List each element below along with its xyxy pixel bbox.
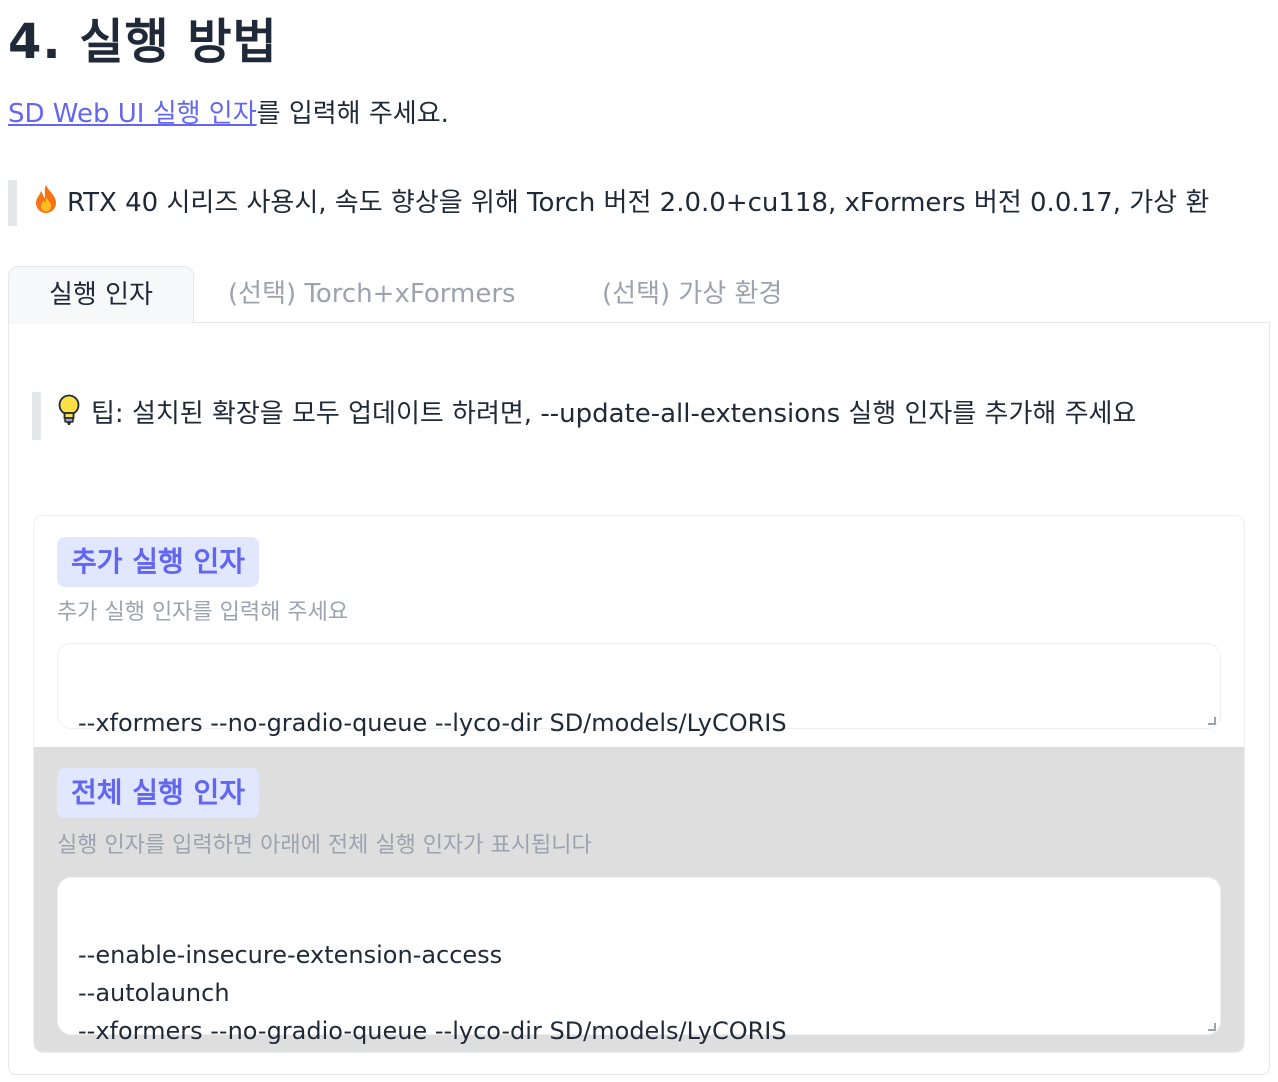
tab-run-args[interactable]: 실행 인자 [8, 266, 194, 324]
extra-args-label: 추가 실행 인자 [57, 537, 260, 587]
extra-args-hint: 추가 실행 인자를 입력해 주세요 [57, 600, 349, 625]
lightbulb-icon [57, 394, 83, 440]
notice-text: RTX 40 시리즈 사용시, 속도 향상을 위해 Torch 버전 2.0.0… [67, 188, 1210, 218]
resize-handle-icon[interactable] [1208, 1023, 1216, 1031]
tip-text: 팁: 설치된 확장을 모두 업데이트 하려면, --update-all-ext… [91, 399, 1137, 429]
extra-args-section: 추가 실행 인자 추가 실행 인자를 입력해 주세요 --xformers --… [34, 516, 1244, 747]
fire-icon [33, 183, 59, 226]
rtx40-notice: RTX 40 시리즈 사용시, 속도 향상을 위해 Torch 버전 2.0.0… [8, 180, 1273, 226]
tab-torch-xformers[interactable]: (선택) Torch+xFormers [228, 266, 516, 322]
tab-bar: 실행 인자 (선택) Torch+xFormers (선택) 가상 환경 [8, 266, 1270, 324]
intro-suffix: 를 입력해 주세요. [256, 99, 449, 129]
full-args-value: --enable-insecure-extension-access --aut… [78, 941, 787, 1045]
full-args-section: 전체 실행 인자 실행 인자를 입력하면 아래에 전체 실행 인자가 표시됩니다… [34, 747, 1244, 1052]
page-title: 4. 실행 방법 [8, 14, 278, 70]
intro-text: SD Web UI 실행 인자를 입력해 주세요. [8, 93, 449, 130]
full-args-label: 전체 실행 인자 [57, 768, 260, 818]
full-args-hint: 실행 인자를 입력하면 아래에 전체 실행 인자가 표시됩니다 [57, 833, 592, 858]
webui-args-link[interactable]: SD Web UI 실행 인자 [8, 99, 257, 129]
extra-args-input[interactable]: --xformers --no-gradio-queue --lyco-dir … [57, 643, 1221, 737]
args-card: 추가 실행 인자 추가 실행 인자를 입력해 주세요 --xformers --… [33, 515, 1245, 1053]
full-args-output[interactable]: --enable-insecure-extension-access --aut… [57, 877, 1221, 1045]
extra-args-value: --xformers --no-gradio-queue --lyco-dir … [78, 709, 787, 737]
update-extensions-tip: 팁: 설치된 확장을 모두 업데이트 하려면, --update-all-ext… [32, 392, 1267, 440]
resize-handle-icon[interactable] [1208, 717, 1216, 725]
tab-virtual-env[interactable]: (선택) 가상 환경 [602, 266, 782, 322]
